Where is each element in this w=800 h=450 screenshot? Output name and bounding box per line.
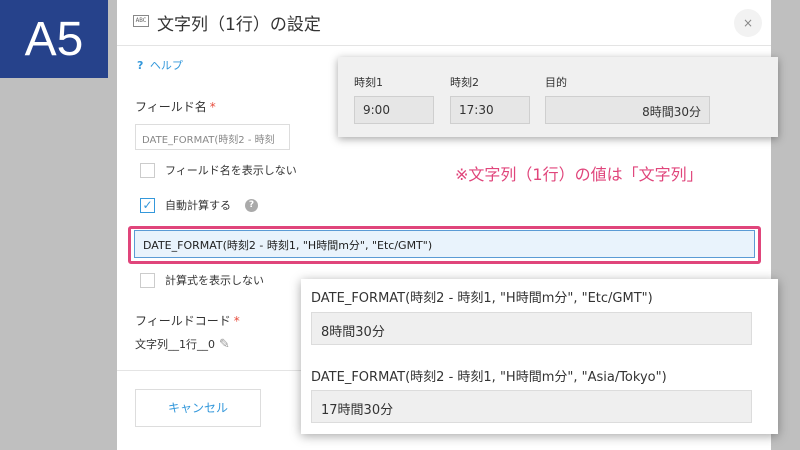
cancel-button[interactable]: キャンセル — [135, 389, 261, 427]
auto-calc-label: 自動計算する — [165, 199, 231, 212]
close-icon: × — [742, 16, 754, 30]
time1-label: 時刻1 — [354, 76, 383, 89]
hide-formula-checkbox[interactable] — [140, 272, 155, 288]
example-result-gmt: 8時間30分 — [311, 312, 752, 345]
formula-examples-panel: DATE_FORMAT(時刻2 - 時刻1, "H時間m分", "Etc/GMT… — [301, 279, 778, 434]
field-code-value: 文字列__1行__0 ✎ — [135, 336, 230, 352]
slide-label: A5 — [0, 0, 108, 78]
time1-value: 9:00 — [354, 96, 434, 124]
note-text: ※文字列（1行）の値は「文字列」 — [455, 165, 703, 184]
field-name-label: フィールド名 * — [135, 98, 216, 115]
close-button[interactable]: × — [734, 9, 762, 37]
help-label: ヘルプ — [149, 59, 183, 72]
required-mark: * — [209, 100, 216, 114]
dialog-title: 文字列（1行）の設定 — [157, 15, 321, 35]
field-name-input[interactable]: DATE_FORMAT(時刻2 - 時刻 — [135, 124, 290, 150]
time2-label: 時刻2 — [450, 76, 479, 89]
field-code-label: フィールドコード * — [135, 312, 240, 329]
field-name-label-text: フィールド名 — [135, 100, 207, 114]
text-field-icon: ABC — [133, 15, 149, 27]
dialog-header: ABC 文字列（1行）の設定 × — [117, 0, 771, 46]
question-icon[interactable]: ? — [245, 198, 258, 212]
example-result-tokyo: 17時間30分 — [311, 390, 752, 423]
example-formula-tokyo: DATE_FORMAT(時刻2 - 時刻1, "H時間m分", "Asia/To… — [311, 370, 667, 385]
help-icon: ? — [137, 59, 144, 72]
time2-value: 17:30 — [450, 96, 530, 124]
field-code-label-text: フィールドコード — [135, 314, 231, 328]
help-link[interactable]: ? ヘルプ — [137, 57, 183, 73]
hide-field-name-label: フィールド名を表示しない — [165, 164, 297, 177]
hide-formula-option[interactable]: 計算式を表示しない — [140, 272, 264, 288]
sample-record-panel: 時刻1 時刻2 目的 9:00 17:30 8時間30分 — [338, 57, 778, 137]
hide-field-name-option[interactable]: フィールド名を表示しない — [140, 162, 297, 178]
required-mark: * — [233, 314, 240, 328]
hide-formula-label: 計算式を表示しない — [165, 274, 264, 287]
edit-icon[interactable]: ✎ — [219, 337, 230, 352]
example-formula-gmt: DATE_FORMAT(時刻2 - 時刻1, "H時間m分", "Etc/GMT… — [311, 291, 653, 306]
field-code-text: 文字列__1行__0 — [135, 338, 215, 351]
purpose-value: 8時間30分 — [545, 96, 710, 124]
purpose-label: 目的 — [545, 76, 567, 89]
auto-calc-option[interactable]: ✓ 自動計算する ? — [140, 197, 258, 213]
formula-input[interactable]: DATE_FORMAT(時刻2 - 時刻1, "H時間m分", "Etc/GMT… — [134, 230, 755, 258]
hide-field-name-checkbox[interactable] — [140, 162, 155, 178]
auto-calc-checkbox[interactable]: ✓ — [140, 197, 155, 213]
